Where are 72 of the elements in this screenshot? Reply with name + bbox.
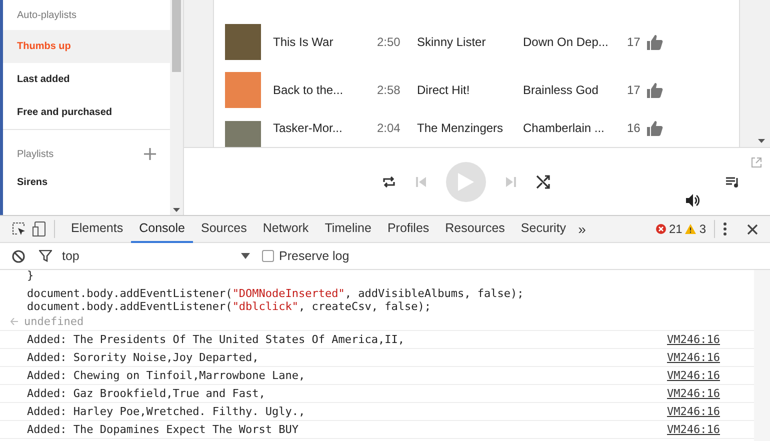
sidebar-item[interactable]: Free and purchased (3, 96, 170, 129)
section-title: Playlists (17, 148, 54, 160)
thumbs-up-icon[interactable] (647, 121, 663, 136)
scroll-down-icon[interactable] (758, 139, 764, 143)
log-message: Added: Sorority Noise,Joy Departed, (27, 351, 259, 364)
sidebar-item[interactable]: Sirens (3, 169, 170, 195)
result-text: undefined (24, 315, 84, 328)
repeat-icon[interactable] (382, 174, 396, 188)
add-icon[interactable] (144, 148, 156, 160)
play-count: 17 (627, 83, 642, 97)
error-count: 21 (668, 222, 682, 236)
play-count: 16 (627, 121, 642, 135)
code-line: document.body.addEventListener("dblclick", createCsv, false); (26, 300, 432, 313)
sidebar-item[interactable]: Last added (3, 63, 170, 96)
track-album: Down On Dep... (523, 35, 610, 49)
code-line: document.body.addEventListener("DOMNodeInserted", addVisibleAlbums, false); (26, 287, 525, 300)
device-mode-icon[interactable] (32, 221, 46, 237)
queue-icon[interactable] (726, 176, 740, 188)
track-duration: 2:50 (377, 35, 402, 49)
volume-icon[interactable] (686, 194, 700, 207)
checkbox-label: Preserve log (279, 249, 350, 263)
devtools-tab[interactable]: Profiles (379, 216, 438, 242)
log-message: Added: Harley Poe,Wretched. Filthy. Ugly., (27, 405, 306, 418)
section-title: Auto-playlists (17, 10, 76, 20)
devtools-tab[interactable]: Security (512, 216, 574, 242)
log-message: Added: Chewing on Tinfoil,Marrowbone Lane, (27, 369, 306, 382)
source-link[interactable]: VM246:16 (667, 423, 720, 436)
warning-count: 3 (699, 222, 706, 236)
thumbs-up-icon[interactable] (647, 82, 663, 98)
devtools-tab[interactable]: Network (254, 216, 317, 242)
track-title: Back to the... (273, 83, 344, 97)
track-artist: The Menzingers (417, 121, 504, 135)
devtools-tab[interactable]: Timeline (316, 216, 380, 242)
track-artist: Skinny Lister (417, 35, 487, 49)
devtools-tab[interactable]: Resources (437, 216, 513, 242)
source-link[interactable]: VM246:16 (667, 405, 720, 418)
code-line: } (26, 270, 35, 282)
scroll-down-icon[interactable] (173, 208, 180, 212)
scrollbar-thumb[interactable] (172, 0, 181, 72)
dropdown-icon[interactable] (241, 253, 250, 259)
track-duration: 2:58 (377, 83, 402, 97)
track-title: Tasker-Mor... (273, 121, 344, 135)
log-message: Added: The Dopamines Expect The Worst BUY (27, 423, 299, 436)
menu-icon[interactable] (723, 222, 727, 236)
source-link[interactable]: VM246:16 (667, 333, 720, 346)
shuffle-icon[interactable] (536, 174, 550, 188)
track-artist: Direct Hit! (417, 83, 471, 97)
close-icon[interactable] (747, 224, 758, 234)
checkbox[interactable] (262, 250, 274, 262)
error-icon (656, 224, 666, 234)
play-icon (458, 172, 474, 190)
result-arrow-icon (10, 318, 18, 325)
log-message: Added: The Presidents Of The United States Of America,II, (27, 333, 404, 346)
track-title: This Is War (273, 35, 334, 49)
devtools-tab[interactable]: Sources (192, 216, 255, 242)
track-album: Brainless God (523, 83, 600, 97)
play-count: 17 (627, 35, 642, 49)
log-message: Added: Gaz Brookfield,True and Fast, (27, 387, 266, 400)
devtools-tab[interactable]: Console (131, 216, 193, 242)
more-tabs[interactable]: » (578, 221, 586, 237)
context-select[interactable]: top (62, 249, 80, 263)
filter-icon[interactable] (39, 250, 52, 262)
clear-icon[interactable] (12, 250, 25, 262)
inspect-icon[interactable] (12, 222, 26, 236)
source-link[interactable]: VM246:16 (667, 351, 720, 364)
devtools-tab[interactable]: Elements (63, 216, 132, 242)
track-duration: 2:04 (377, 121, 402, 135)
thumbs-up-icon[interactable] (647, 34, 663, 50)
track-album: Chamberlain ... (523, 121, 606, 135)
source-link[interactable]: VM246:16 (667, 369, 720, 382)
warning-icon (685, 224, 696, 234)
source-link[interactable]: VM246:16 (667, 387, 720, 400)
